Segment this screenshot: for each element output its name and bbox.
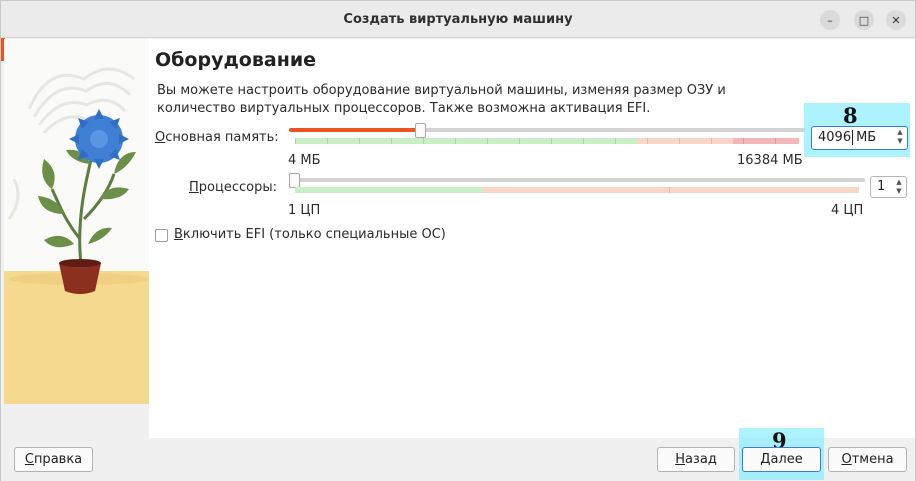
memory-tick: [519, 138, 520, 144]
wizard-illustration: [4, 39, 149, 404]
cpu-label: Процессоры:: [189, 180, 277, 195]
cpu-min-label: 1 ЦП: [288, 203, 321, 218]
cpu-slider-track[interactable]: [289, 178, 865, 182]
close-button[interactable]: ✕: [886, 10, 906, 30]
button-bar: Справка Назад 9 Далее Отмена: [1, 428, 915, 481]
memory-slider-handle[interactable]: [415, 123, 426, 138]
memory-tick: [423, 138, 424, 144]
memory-label: Основная память:: [155, 130, 279, 145]
memory-tick: [647, 138, 648, 144]
cpu-orange-zone: [482, 187, 859, 193]
spin-up-icon[interactable]: ▲: [895, 128, 905, 137]
efi-label[interactable]: Включить EFI (только специальные ОС): [174, 227, 446, 242]
memory-tick: [391, 138, 392, 144]
memory-tick: [455, 138, 456, 144]
cpu-max-label: 4 ЦП: [831, 203, 864, 218]
memory-tick: [359, 138, 360, 144]
maximize-icon: □: [858, 13, 870, 27]
memory-min-label: 4 МБ: [288, 153, 321, 168]
cpu-count-value[interactable]: 1: [877, 179, 885, 194]
memory-tick: [583, 138, 584, 144]
memory-orange-zone: [637, 138, 733, 144]
back-button[interactable]: Назад: [657, 447, 735, 472]
cpu-spin-arrows[interactable]: ▲ ▼: [894, 178, 904, 196]
hardware-page: Оборудование Вы можете настроить оборудо…: [149, 39, 915, 438]
memory-tick: [615, 138, 616, 144]
spin-up-icon[interactable]: ▲: [894, 178, 904, 187]
page-title: Оборудование: [155, 49, 317, 71]
cpu-green-zone: [295, 187, 482, 193]
page-description: Вы можете настроить оборудование виртуал…: [157, 83, 726, 116]
flower-pot-illustration: [4, 39, 149, 404]
minimize-button[interactable]: –: [820, 10, 840, 30]
memory-tick: [743, 138, 744, 144]
maximize-button[interactable]: □: [854, 10, 874, 30]
cancel-button[interactable]: Отмена: [828, 447, 907, 472]
cpu-slider-handle[interactable]: [289, 173, 300, 188]
memory-tick: [775, 138, 776, 144]
cpu-tick: [669, 187, 670, 193]
step-8-marker: 8: [843, 103, 858, 128]
title-bar[interactable]: Создать виртуальную машину – □ ✕: [1, 1, 915, 38]
spin-down-icon[interactable]: ▼: [894, 187, 904, 196]
memory-tick: [551, 138, 552, 144]
memory-tick: [711, 138, 712, 144]
close-icon: ✕: [891, 13, 901, 27]
help-button[interactable]: Справка: [14, 447, 93, 472]
memory-tick: [295, 138, 296, 144]
memory-spin-arrows[interactable]: ▲ ▼: [895, 128, 905, 146]
memory-tick: [679, 138, 680, 144]
spin-down-icon[interactable]: ▼: [895, 137, 905, 146]
efi-checkbox[interactable]: [155, 229, 168, 242]
memory-tick: [487, 138, 488, 144]
window-title: Создать виртуальную машину: [343, 12, 573, 27]
next-button[interactable]: Далее: [742, 447, 821, 472]
create-vm-dialog: Создать виртуальную машину – □ ✕ Оборудо…: [0, 0, 916, 481]
minimize-icon: –: [827, 13, 833, 27]
memory-slider-fill: [289, 128, 419, 132]
memory-green-zone: [295, 138, 637, 144]
memory-size-value[interactable]: 4096 МБ: [818, 130, 877, 145]
cpu-count-spinbox[interactable]: 1 ▲ ▼: [870, 176, 907, 198]
memory-tick: [327, 138, 328, 144]
memory-max-label: 16384 МБ: [737, 153, 803, 168]
memory-size-spinbox[interactable]: 4096 МБ ▲ ▼: [811, 126, 908, 150]
